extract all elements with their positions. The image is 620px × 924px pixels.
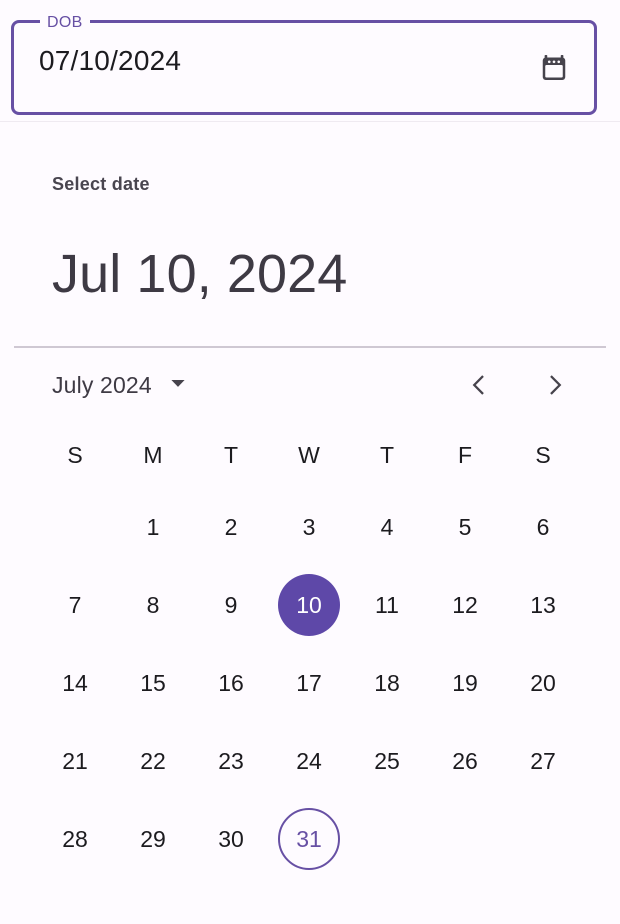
weekday-header-5: F	[457, 441, 473, 468]
calendar-cell: 17	[270, 644, 348, 722]
calendar-day-3[interactable]: 3	[278, 496, 340, 558]
date-picker-header: Select date Jul 10, 2024	[0, 122, 620, 301]
calendar-day-19[interactable]: 19	[434, 652, 496, 714]
calendar-day-2[interactable]: 2	[200, 496, 262, 558]
weekday-header-3: W	[298, 441, 320, 468]
calendar-cell: 27	[504, 722, 582, 800]
calendar-cell: 20	[504, 644, 582, 722]
picker-headline: Jul 10, 2024	[52, 244, 348, 304]
calendar-cell: 14	[36, 644, 114, 722]
weekday-header-1: M	[143, 441, 163, 468]
calendar-day-23[interactable]: 23	[200, 730, 262, 792]
calendar-cell: 18	[348, 644, 426, 722]
calendar-cell: 16	[192, 644, 270, 722]
calendar-weekday-header: SMTWTFS	[36, 422, 620, 488]
calendar-cell: 8	[114, 566, 192, 644]
calendar-cell: 12	[426, 566, 504, 644]
calendar-cell: 10	[270, 566, 348, 644]
calendar-day-4[interactable]: 4	[356, 496, 418, 558]
calendar-day-30[interactable]: 30	[200, 808, 262, 870]
calendar-day-empty	[434, 808, 496, 870]
dob-text-field[interactable]: DOB 07/10/2024	[11, 12, 597, 115]
date-picker: Select date Jul 10, 2024 July 2024 S M T…	[0, 122, 620, 878]
chevron-right-icon[interactable]	[538, 368, 572, 402]
calendar-day-empty	[356, 808, 418, 870]
calendar-cell: 24	[270, 722, 348, 800]
weekday-header-0: S	[67, 441, 83, 468]
calendar-cell: 15	[114, 644, 192, 722]
dob-field-value[interactable]: 07/10/2024	[39, 45, 181, 77]
month-year-selector[interactable]: July 2024	[52, 372, 187, 399]
calendar-day-24[interactable]: 24	[278, 730, 340, 792]
chevron-left-icon[interactable]	[462, 368, 496, 402]
calendar-day-16[interactable]: 16	[200, 652, 262, 714]
calendar-day-28[interactable]: 28	[44, 808, 106, 870]
calendar-cell: 2	[192, 488, 270, 566]
calendar-day-8[interactable]: 8	[122, 574, 184, 636]
weekday-header-6: S	[535, 441, 551, 468]
calendar-icon[interactable]	[534, 48, 574, 88]
calendar-day-21[interactable]: 21	[44, 730, 106, 792]
calendar-cell: 28	[36, 800, 114, 878]
calendar-cell: 21	[36, 722, 114, 800]
calendar-day-15[interactable]: 15	[122, 652, 184, 714]
calendar-cell: 23	[192, 722, 270, 800]
calendar-day-10[interactable]: 10	[278, 574, 340, 636]
calendar-cell: 26	[426, 722, 504, 800]
calendar-day-26[interactable]: 26	[434, 730, 496, 792]
calendar-day-11[interactable]: 11	[356, 574, 418, 636]
calendar-day-29[interactable]: 29	[122, 808, 184, 870]
calendar-cell: 6	[504, 488, 582, 566]
calendar-day-14[interactable]: 14	[44, 652, 106, 714]
calendar-cell	[348, 800, 426, 878]
calendar-day-17[interactable]: 17	[278, 652, 340, 714]
dob-label-notch: DOB	[40, 12, 90, 34]
calendar-day-empty	[512, 808, 574, 870]
calendar-day-empty	[44, 496, 106, 558]
calendar-cell: 29	[114, 800, 192, 878]
calendar-cell: 22	[114, 722, 192, 800]
calendar-day-1[interactable]: 1	[122, 496, 184, 558]
calendar-day-5[interactable]: 5	[434, 496, 496, 558]
calendar-cell	[426, 800, 504, 878]
calendar-cell: 30	[192, 800, 270, 878]
calendar-day-20[interactable]: 20	[512, 652, 574, 714]
picker-supporting-text: Select date	[52, 174, 150, 194]
calendar-cell: 3	[270, 488, 348, 566]
calendar-day-7[interactable]: 7	[44, 574, 106, 636]
calendar-cell: 31	[270, 800, 348, 878]
calendar-day-22[interactable]: 22	[122, 730, 184, 792]
month-navigation-row: July 2024	[0, 348, 620, 422]
calendar-day-31[interactable]: 31	[278, 808, 340, 870]
calendar-cell: 13	[504, 566, 582, 644]
calendar-day-27[interactable]: 27	[512, 730, 574, 792]
month-year-label: July 2024	[52, 371, 152, 398]
calendar-cell: 25	[348, 722, 426, 800]
calendar-cell	[504, 800, 582, 878]
calendar-cell: 11	[348, 566, 426, 644]
calendar-cell: 4	[348, 488, 426, 566]
calendar-cell: 19	[426, 644, 504, 722]
calendar-day-6[interactable]: 6	[512, 496, 574, 558]
calendar-day-12[interactable]: 12	[434, 574, 496, 636]
calendar-cell: 1	[114, 488, 192, 566]
calendar-day-9[interactable]: 9	[200, 574, 262, 636]
calendar-cell: 9	[192, 566, 270, 644]
calendar-cell: 7	[36, 566, 114, 644]
calendar-day-13[interactable]: 13	[512, 574, 574, 636]
calendar-day-18[interactable]: 18	[356, 652, 418, 714]
dob-field-label: DOB	[47, 14, 83, 31]
weekday-header-2: T	[223, 441, 239, 468]
calendar-day-25[interactable]: 25	[356, 730, 418, 792]
weekday-header-4: T	[379, 441, 395, 468]
calendar-cell	[36, 488, 114, 566]
month-nav-arrows	[462, 368, 572, 402]
calendar-days-grid: 1 2 3 4 5 6 7 8 9 10 11 12 13 14 15 16 17 18 19 20 21 22 23 24 2…	[36, 488, 620, 878]
calendar-cell: 5	[426, 488, 504, 566]
triangle-down-icon	[169, 374, 187, 397]
dob-field-region: DOB 07/10/2024	[0, 0, 620, 122]
